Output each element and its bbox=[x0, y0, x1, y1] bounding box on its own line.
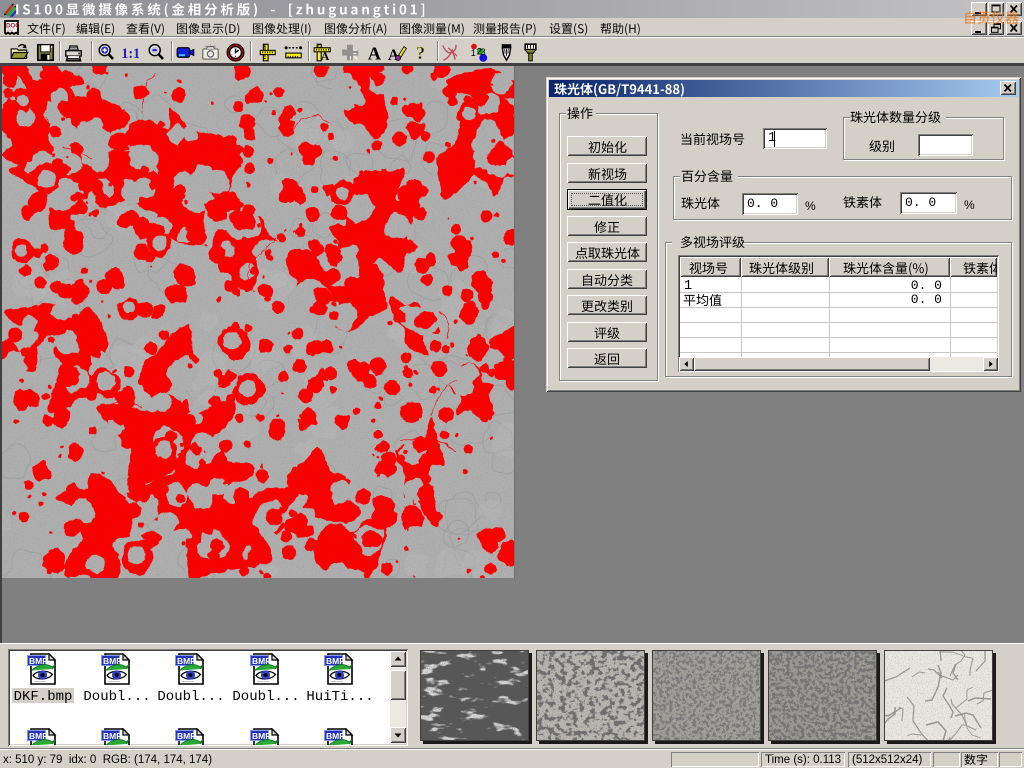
svg-text:A: A bbox=[321, 49, 330, 62]
svg-text:DOC: DOC bbox=[6, 23, 19, 30]
svg-text:1:1: 1:1 bbox=[121, 45, 139, 61]
svg-text:3: 3 bbox=[481, 46, 486, 56]
svg-text:?: ? bbox=[416, 43, 425, 62]
svg-text:A: A bbox=[368, 43, 382, 61]
svg-text:E: E bbox=[318, 43, 321, 48]
svg-text:E: E bbox=[264, 43, 267, 48]
svg-text:1: 1 bbox=[471, 48, 476, 58]
